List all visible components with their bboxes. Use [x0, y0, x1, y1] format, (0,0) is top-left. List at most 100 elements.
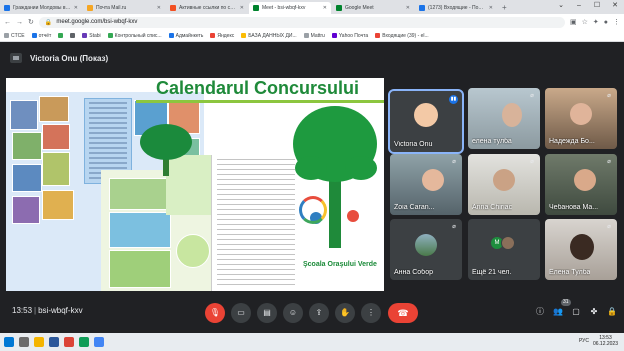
- bookmark-icon: [375, 33, 381, 38]
- profile-icon[interactable]: ●: [604, 19, 608, 26]
- tab-close-icon[interactable]: ✕: [323, 5, 327, 11]
- participant-face: [501, 102, 522, 127]
- browser-tab[interactable]: Google Meet ✕: [332, 2, 414, 14]
- bookmark-item[interactable]: Yahoo Почта: [331, 33, 368, 39]
- poster-image: [109, 178, 171, 210]
- info-icon[interactable]: ⓘ: [533, 305, 547, 319]
- browser-tab[interactable]: Активные ссылки по сос... ✕: [166, 2, 248, 14]
- bookmarks-bar: CTCE отчёт Stabi Контрольный спис... Адм…: [0, 30, 624, 42]
- meet-favicon-icon: [253, 5, 259, 11]
- chat-icon[interactable]: ▢: [569, 305, 583, 319]
- lock-icon[interactable]: 🔒: [45, 19, 52, 26]
- presentation-header: Victoria Onu (Показ): [0, 43, 624, 73]
- tab-close-icon[interactable]: ✕: [74, 5, 78, 11]
- bookmark-item[interactable]: [70, 33, 76, 38]
- participant-name: Елена Тулба: [549, 269, 591, 276]
- tab-title: Граждании Молдовы во...: [13, 5, 71, 11]
- bookmark-item[interactable]: отчёт: [31, 33, 51, 39]
- host-controls-icon[interactable]: 🔒: [605, 305, 619, 319]
- bookmark-icon: [4, 33, 9, 38]
- reload-icon[interactable]: ↻: [28, 18, 34, 26]
- close-window-icon[interactable]: ✕: [606, 0, 624, 12]
- bookmark-item[interactable]: [58, 33, 64, 38]
- menu-icon[interactable]: ⋮: [613, 18, 620, 26]
- more-participants-tile[interactable]: M Ещё 21 чел.: [468, 219, 540, 280]
- bookmark-item[interactable]: БАЗА ДАННЫХ ДИ...: [241, 33, 297, 39]
- school-name: Şcoala Oraşului Verde: [303, 261, 377, 268]
- leave-call-button[interactable]: ☎: [388, 303, 418, 323]
- tab-title: Google Meet: [345, 5, 374, 11]
- address-toolbar: ← → ↻ 🔒 meet.google.com/bsi-wbqf-kxv ▣ ☆…: [0, 14, 624, 30]
- shared-screen[interactable]: Calendarul Concursului Şcoala Oraşului V…: [6, 78, 384, 291]
- new-tab-button[interactable]: +: [498, 2, 511, 14]
- browser-tab[interactable]: (1273) Входящие - Почта... ✕: [415, 2, 497, 14]
- tab-search-icon[interactable]: ⌄: [552, 0, 570, 12]
- app-icon[interactable]: [94, 337, 104, 347]
- participant-tile[interactable]: ⌀ Анна Собор: [390, 219, 462, 280]
- captions-button[interactable]: ▤: [257, 303, 277, 323]
- participant-name: Anna Chiriac: [472, 204, 513, 211]
- address-bar[interactable]: 🔒 meet.google.com/bsi-wbqf-kxv: [38, 16, 565, 28]
- participant-tile[interactable]: ⌀ Надежда Бо...: [545, 88, 617, 149]
- bookmark-item[interactable]: CTCE: [4, 33, 25, 39]
- bookmark-item[interactable]: Mattru: [303, 33, 325, 39]
- file-explorer-icon[interactable]: [34, 337, 44, 347]
- present-button[interactable]: ⇪: [309, 303, 329, 323]
- word-icon[interactable]: [49, 337, 59, 347]
- forward-icon[interactable]: →: [16, 19, 23, 26]
- tab-close-icon[interactable]: ✕: [489, 5, 493, 11]
- browser-tab[interactable]: Почта Mail.ru ✕: [83, 2, 165, 14]
- camera-icon[interactable]: ▣: [570, 18, 577, 26]
- bookmark-icon: [107, 33, 113, 38]
- bookmark-icon: [331, 33, 337, 38]
- participant-tile[interactable]: ⌀ Anna Chiriac: [468, 154, 540, 215]
- tab-favicon-icon: [87, 5, 93, 11]
- language-indicator[interactable]: РУС: [579, 338, 589, 344]
- participant-tile[interactable]: ⌀ Чебанова Ма...: [545, 154, 617, 215]
- participant-tile[interactable]: ▮▮ Victoria Onu: [388, 89, 464, 154]
- tab-close-icon[interactable]: ✕: [406, 5, 410, 11]
- bookmark-icon: [210, 33, 216, 38]
- browser-tab[interactable]: Граждании Молдовы во... ✕: [0, 2, 82, 14]
- avatar: [415, 233, 437, 256]
- bookmark-icon: [82, 33, 88, 38]
- star-icon[interactable]: ☆: [582, 18, 588, 26]
- bookmark-item[interactable]: Stabi: [82, 33, 101, 39]
- tab-close-icon[interactable]: ✕: [240, 5, 244, 11]
- search-icon[interactable]: [19, 337, 29, 347]
- minimize-icon[interactable]: –: [570, 0, 588, 12]
- browser-tab-active[interactable]: Meet - bsi-wbqf-kxv ✕: [249, 2, 331, 14]
- app-icon[interactable]: [79, 337, 89, 347]
- participant-tile[interactable]: ⌀ Zoia Caran...: [390, 154, 462, 215]
- mic-off-icon: ⌀: [530, 93, 534, 99]
- raise-hand-button[interactable]: ✋: [335, 303, 355, 323]
- bookmark-item[interactable]: Адмайнкеть: [168, 33, 203, 39]
- mic-off-icon: ⌀: [452, 159, 456, 165]
- meet-favicon-icon: [336, 5, 342, 11]
- people-icon[interactable]: 👥: [551, 305, 565, 319]
- maximize-icon[interactable]: ☐: [588, 0, 606, 12]
- chrome-icon[interactable]: [64, 337, 74, 347]
- more-options-button[interactable]: ⋮: [361, 303, 381, 323]
- system-tray: РУС 13:53 06.12.2023: [579, 335, 618, 347]
- more-participants-label: Ещё 21 чел.: [472, 269, 512, 276]
- participant-tile[interactable]: ⌀ елена тулба: [468, 88, 540, 149]
- poster-image: [109, 250, 171, 288]
- participant-face: [573, 168, 596, 191]
- tab-close-icon[interactable]: ✕: [157, 5, 161, 11]
- bookmark-item[interactable]: Яндекс: [210, 33, 234, 39]
- participant-tile[interactable]: ⌀ Елена Тулба: [545, 219, 617, 280]
- system-clock[interactable]: 13:53 06.12.2023: [593, 335, 618, 347]
- back-icon[interactable]: ←: [4, 19, 11, 26]
- mic-toggle-button[interactable]: 🎙: [205, 303, 225, 323]
- bookmark-item[interactable]: Входящие (39) - el...: [375, 33, 429, 39]
- extensions-icon[interactable]: ✦: [593, 18, 599, 26]
- meeting-info: 13:53 | bsi-wbqf-kxv: [12, 306, 83, 315]
- camera-toggle-button[interactable]: ▭: [231, 303, 251, 323]
- participant-name: Надежда Бо...: [549, 138, 595, 145]
- windows-start-icon[interactable]: [4, 337, 14, 347]
- bookmark-item[interactable]: Контрольный спис...: [107, 33, 162, 39]
- emoji-button[interactable]: ☺: [283, 303, 303, 323]
- activities-icon[interactable]: ✤: [587, 305, 601, 319]
- meeting-controls-bar: 13:53 | bsi-wbqf-kxv 🎙 ▭ ▤ ☺ ⇪ ✋ ⋮ ☎ ⓘ 👥 3…: [0, 297, 624, 329]
